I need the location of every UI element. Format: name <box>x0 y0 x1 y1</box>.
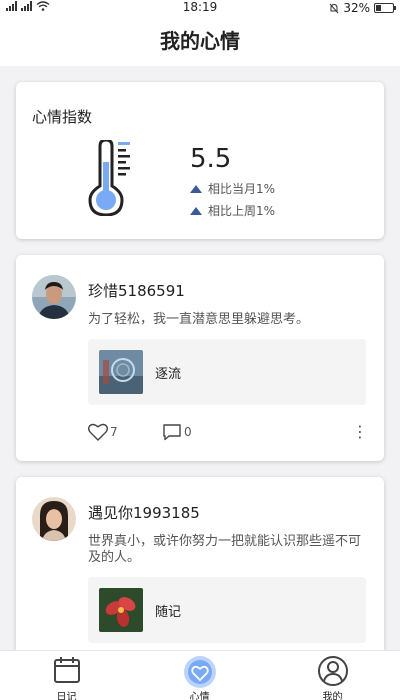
compare-month: 相比当月1% <box>190 180 275 197</box>
avatar[interactable] <box>32 275 76 319</box>
thermometer-icon <box>88 140 130 216</box>
post-author[interactable]: 遇见你1993185 <box>88 502 200 523</box>
status-bar: 18:19 32% <box>0 0 400 16</box>
nav-item-diary[interactable]: 日记 <box>0 651 133 700</box>
attachment-thumbnail <box>99 350 143 394</box>
bottom-nav: 日记 心情 我的 <box>0 650 400 700</box>
nav-label-diary: 日记 <box>56 692 77 700</box>
calendar-icon <box>53 657 80 683</box>
mood-index-value: 5.5 <box>190 144 232 174</box>
mood-index-title: 心情指数 <box>32 108 93 126</box>
attachment-card[interactable]: 逐流 <box>88 339 366 405</box>
comment-icon <box>163 424 181 441</box>
like-count: 7 <box>110 425 118 439</box>
up-triangle-icon <box>190 184 202 193</box>
compare-week: 相比上周1% <box>190 202 275 219</box>
attachment-label: 逐流 <box>155 367 182 382</box>
heart-outline-icon <box>88 423 108 441</box>
mute-bell-icon <box>329 3 339 13</box>
mood-index-card: 心情指数 5.5 相比当月1% 相比上周1% <box>16 82 384 239</box>
post-card[interactable]: 珍惜5186591 为了轻松，我一直潜意思里躲避思考。 逐流 7 0 ⋮ <box>16 255 384 461</box>
post-author[interactable]: 珍惜5186591 <box>88 280 185 301</box>
compare-week-label: 相比上周1% <box>208 204 276 218</box>
up-triangle-icon <box>190 206 202 215</box>
main-content[interactable]: 心情指数 5.5 相比当月1% 相比上周1% 珍惜5186591 为了轻松，我一… <box>0 66 400 650</box>
comment-count: 0 <box>184 425 192 439</box>
attachment-thumbnail <box>99 588 143 632</box>
page-title: 我的心情 <box>0 16 400 66</box>
comment-button[interactable]: 0 <box>162 423 192 441</box>
avatar[interactable] <box>32 497 76 541</box>
post-card[interactable]: 遇见你1993185 世界真小，或许你努力一把就能认识那些遥不可及的人。 随记 <box>16 477 384 650</box>
nav-label-me: 我的 <box>322 692 343 700</box>
user-icon <box>317 656 348 686</box>
attachment-card[interactable]: 随记 <box>88 577 366 643</box>
compare-month-label: 相比当月1% <box>208 182 276 196</box>
post-text: 为了轻松，我一直潜意思里躲避思考。 <box>88 312 310 327</box>
nav-item-me[interactable]: 我的 <box>266 651 399 700</box>
nav-label-mood: 心情 <box>189 692 210 700</box>
post-actions: 7 0 ⋮ <box>88 423 368 447</box>
battery-icon <box>374 3 396 13</box>
status-right: 32% <box>329 1 396 15</box>
heart-icon <box>183 656 216 688</box>
attachment-label: 随记 <box>155 605 182 620</box>
post-text: 世界真小，或许你努力一把就能认识那些遥不可及的人。 <box>88 534 362 565</box>
nav-item-mood[interactable]: 心情 <box>133 651 266 700</box>
battery-percent: 32% <box>343 1 370 15</box>
more-options-icon[interactable]: ⋮ <box>352 423 368 441</box>
like-button[interactable]: 7 <box>88 423 118 441</box>
